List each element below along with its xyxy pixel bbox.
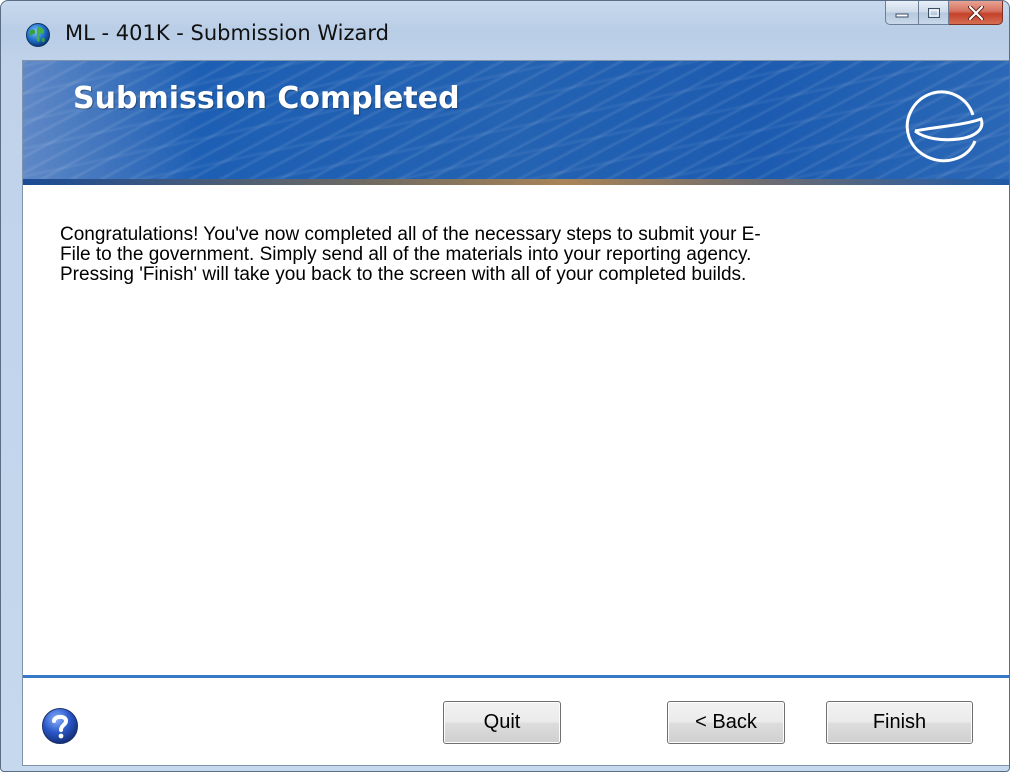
maximize-icon bbox=[927, 7, 940, 18]
caption-buttons bbox=[885, 1, 1003, 27]
message-line: Congratulations! You've now completed al… bbox=[60, 224, 761, 245]
window-title: ML - 401K - Submission Wizard bbox=[65, 21, 389, 45]
close-icon bbox=[967, 5, 984, 20]
finish-button[interactable]: Finish bbox=[826, 701, 973, 744]
title-bar[interactable]: ML - 401K - Submission Wizard bbox=[1, 1, 1009, 63]
maximize-button[interactable] bbox=[919, 1, 949, 25]
header-banner: Submission Completed bbox=[23, 61, 1009, 185]
wizard-window: ML - 401K - Submission Wizard Submission… bbox=[0, 0, 1010, 772]
minimize-button[interactable] bbox=[885, 1, 919, 25]
page-title: Submission Completed bbox=[73, 81, 460, 116]
banner-accent-strip bbox=[23, 179, 1009, 185]
minimize-icon bbox=[895, 13, 909, 17]
message-line: Pressing 'Finish' will take you back to … bbox=[60, 264, 747, 285]
message-line: File to the government. Simply send all … bbox=[60, 244, 752, 265]
close-button[interactable] bbox=[949, 1, 1003, 25]
help-icon[interactable] bbox=[41, 707, 79, 745]
back-button[interactable]: < Back bbox=[667, 701, 785, 744]
quit-button[interactable]: Quit bbox=[443, 701, 561, 744]
e-logo-icon bbox=[905, 90, 984, 163]
wizard-content-frame: Submission Completed Congratulations! Yo… bbox=[22, 60, 1009, 766]
wizard-footer: Quit < Back Finish bbox=[23, 678, 1009, 765]
globe-icon bbox=[26, 23, 50, 47]
completion-message: Congratulations! You've now completed al… bbox=[60, 225, 900, 285]
